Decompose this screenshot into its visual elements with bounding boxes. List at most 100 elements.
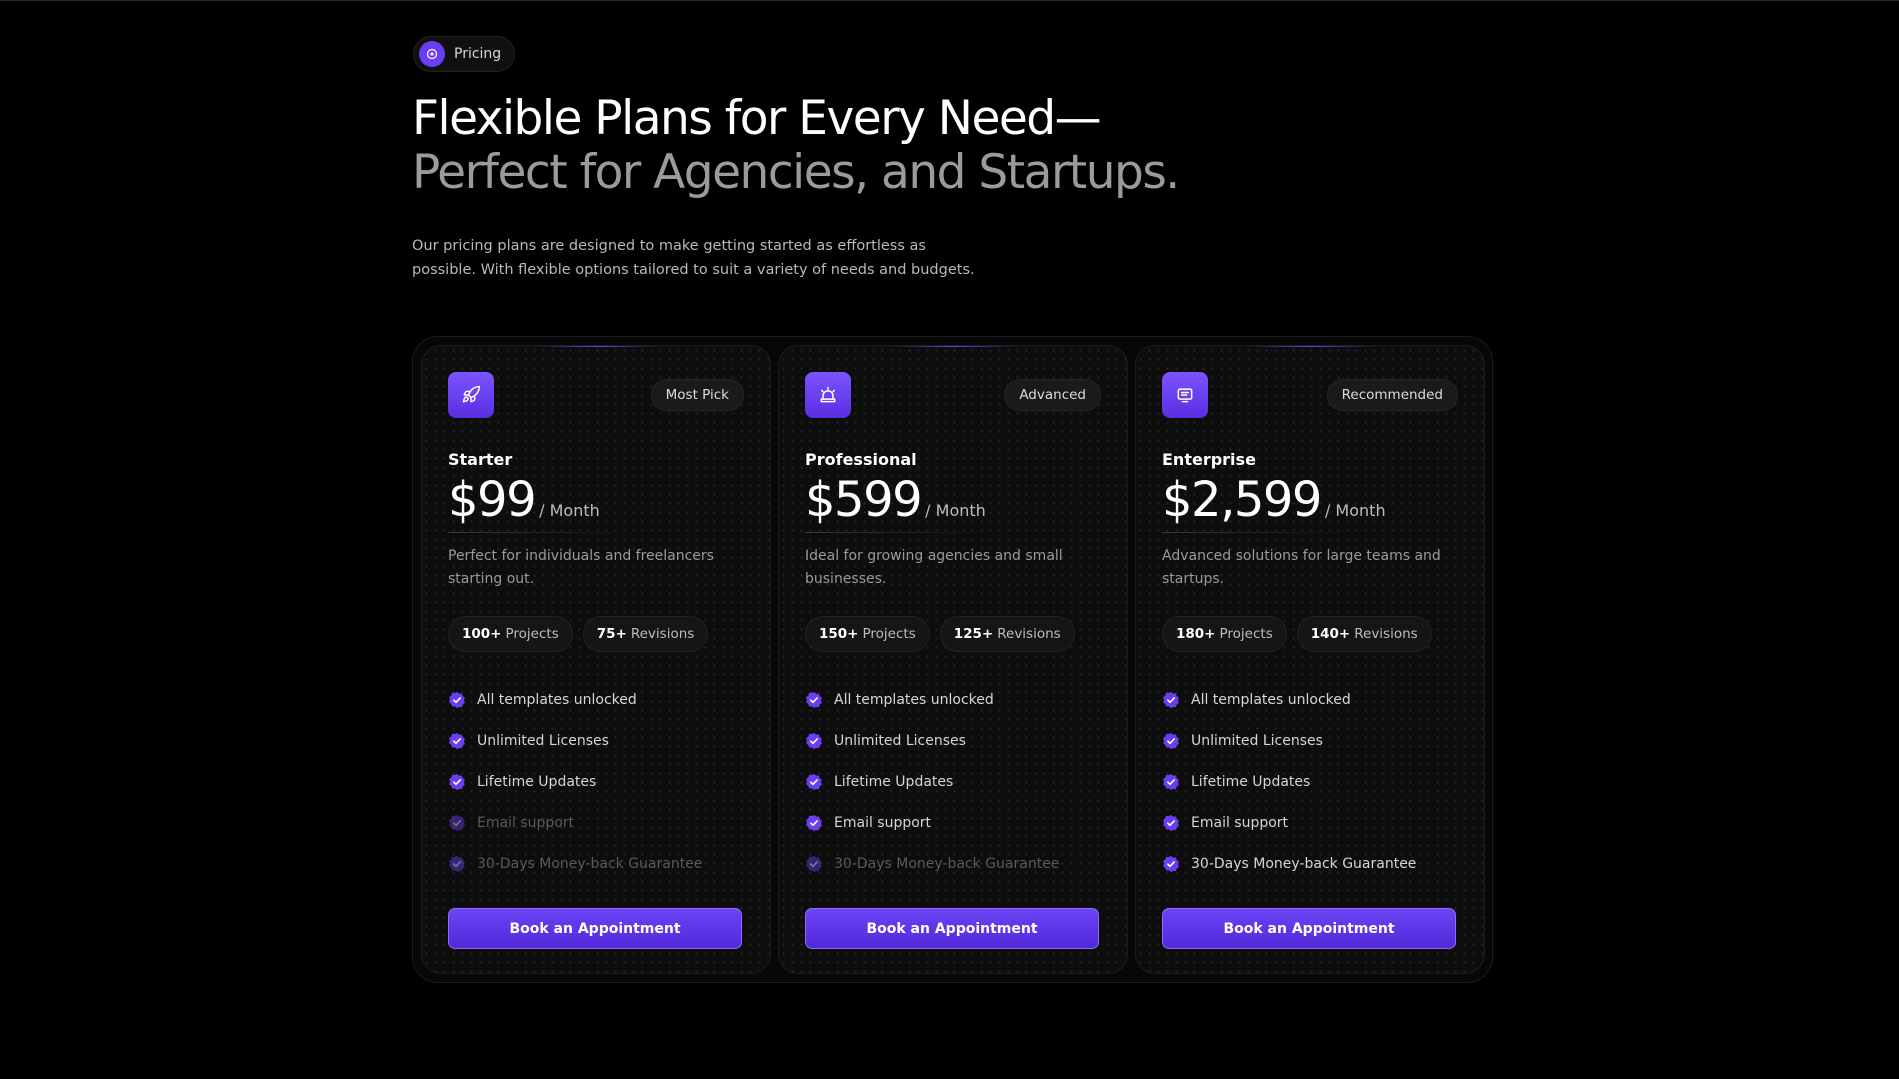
divider [805,532,995,533]
divider [1162,532,1352,533]
stat-label: Projects [1219,626,1273,642]
stat-label: Revisions [1354,626,1418,642]
plan-name: Professional [805,450,917,469]
feature-label: Unlimited Licenses [834,732,966,749]
plan-name: Starter [448,450,513,469]
feature-item: Unlimited Licenses [805,720,1059,761]
stat-value: 100+ [462,626,502,642]
feature-item: Unlimited Licenses [448,720,702,761]
stat-label: Projects [862,626,916,642]
check-badge-icon [805,691,823,709]
feature-item-disabled: Email support [448,802,702,843]
feature-list: All templates unlocked Unlimited License… [1162,679,1416,884]
headline-line-1: Flexible Plans for Every Need— [412,91,1102,146]
check-badge-icon [1162,773,1180,791]
divider [448,532,638,533]
price-period: / Month [539,501,600,520]
feature-label: 30-Days Money-back Guarantee [477,855,703,872]
plan-card-starter: Most Pick Starter $99 / Month Perfect fo… [421,345,771,974]
stat-value: 150+ [819,626,859,642]
plan-price: $599 [805,472,923,528]
page-title: Flexible Plans for Every Need— Perfect f… [412,91,1180,200]
plan-badge: Most Pick [650,379,744,411]
feature-label: 30-Days Money-back Guarantee [834,855,1060,872]
headline-line-2: Perfect for Agencies, and Startups. [412,145,1180,200]
feature-item-disabled: 30-Days Money-back Guarantee [805,843,1059,884]
feature-label: Unlimited Licenses [477,732,609,749]
document-icon [1162,372,1208,418]
feature-label: All templates unlocked [1191,691,1351,708]
feature-label: 30-Days Money-back Guarantee [1191,855,1417,872]
stat-projects: 100+ Projects [448,616,573,652]
book-appointment-button[interactable]: Book an Appointment [1162,908,1456,949]
top-border [0,0,1899,1]
feature-item: Lifetime Updates [1162,761,1416,802]
check-badge-icon [1162,814,1180,832]
pricing-cards-container: Most Pick Starter $99 / Month Perfect fo… [412,336,1493,983]
feature-label: Lifetime Updates [477,773,597,790]
plan-name: Enterprise [1162,450,1256,469]
price-period: / Month [1324,501,1386,520]
plan-stats: 100+ Projects 75+ Revisions [448,616,709,652]
feature-item: All templates unlocked [1162,679,1416,720]
stat-value: 180+ [1176,626,1216,642]
plan-description: Perfect for individuals and freelancers … [448,548,714,587]
plan-stats: 150+ Projects 125+ Revisions [805,616,1075,652]
feature-list: All templates unlocked Unlimited License… [448,679,702,884]
check-badge-icon [805,732,823,750]
stat-label: Revisions [997,626,1061,642]
stat-value: 125+ [953,626,994,642]
plan-description: Ideal for growing agencies and small bus… [805,548,1063,587]
alarm-bell-icon [805,372,851,418]
price-period: / Month [925,501,986,520]
section-tag-label: Pricing [454,46,502,62]
stat-projects: 150+ Projects [805,616,930,652]
check-badge-icon [448,732,466,750]
stat-value: 75+ [596,626,627,642]
lead-paragraph: Our pricing plans are designed to make g… [412,238,975,278]
plan-description: Advanced solutions for large teams and s… [1162,548,1441,587]
feature-item: Email support [1162,802,1416,843]
feature-item-disabled: 30-Days Money-back Guarantee [448,843,702,884]
book-appointment-button[interactable]: Book an Appointment [448,908,742,949]
plan-card-professional: Advanced Professional $599 / Month Ideal… [778,345,1128,974]
stat-value: 140+ [1310,626,1351,642]
price-row: $599 / Month [805,472,986,528]
target-icon [419,41,445,67]
feature-item: All templates unlocked [448,679,702,720]
check-badge-icon [1162,691,1180,709]
check-badge-icon [1162,855,1180,873]
stat-projects: 180+ Projects [1162,616,1287,652]
stat-revisions: 75+ Revisions [582,616,709,652]
feature-item: All templates unlocked [805,679,1059,720]
feature-label: All templates unlocked [477,691,637,708]
feature-list: All templates unlocked Unlimited License… [805,679,1059,884]
plan-badge: Advanced [1004,379,1101,411]
card-top-glow [1246,346,1376,347]
feature-label: Email support [1191,814,1289,831]
check-badge-icon [448,814,466,832]
check-badge-icon [448,691,466,709]
feature-label: Email support [477,814,575,831]
feature-label: Email support [834,814,932,831]
feature-label: Unlimited Licenses [1191,732,1323,749]
section-tag: Pricing [413,36,516,72]
feature-item: Email support [805,802,1059,843]
plan-price: $99 [448,472,537,528]
plan-card-enterprise: Recommended Enterprise $2,599 / Month Ad… [1135,345,1485,974]
rocket-icon [448,372,494,418]
book-appointment-button[interactable]: Book an Appointment [805,908,1099,949]
price-row: $2,599 / Month [1162,472,1386,528]
feature-label: Lifetime Updates [1191,773,1311,790]
plan-price: $2,599 [1162,472,1322,528]
feature-item: Unlimited Licenses [1162,720,1416,761]
feature-item: Lifetime Updates [805,761,1059,802]
check-badge-icon [1162,732,1180,750]
price-row: $99 / Month [448,472,600,528]
check-badge-icon [805,814,823,832]
feature-item: 30-Days Money-back Guarantee [1162,843,1416,884]
stat-revisions: 125+ Revisions [939,616,1075,652]
feature-label: All templates unlocked [834,691,994,708]
stat-label: Projects [505,626,559,642]
card-top-glow [889,346,1019,347]
